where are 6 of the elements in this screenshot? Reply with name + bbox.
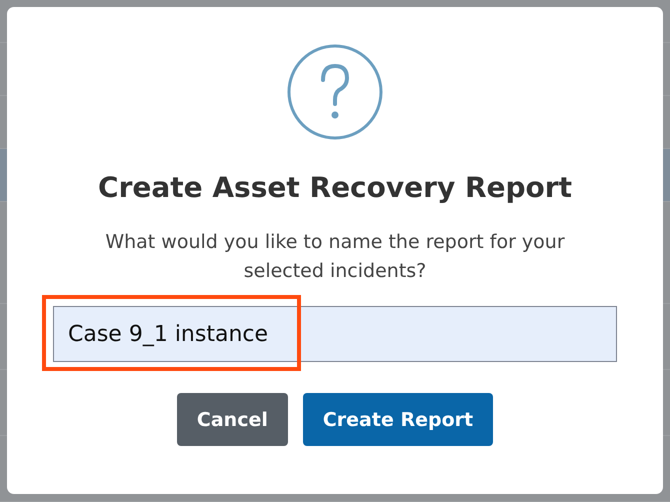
report-name-field[interactable]: Case 9_1 instance xyxy=(53,306,617,362)
dialog-title: Create Asset Recovery Report xyxy=(98,170,572,206)
help-icon xyxy=(287,44,383,140)
create-report-button[interactable]: Create Report xyxy=(302,393,494,446)
cancel-button[interactable]: Cancel xyxy=(176,393,288,446)
dialog-message: What would you like to name the report for your selected incidents? xyxy=(104,230,566,284)
